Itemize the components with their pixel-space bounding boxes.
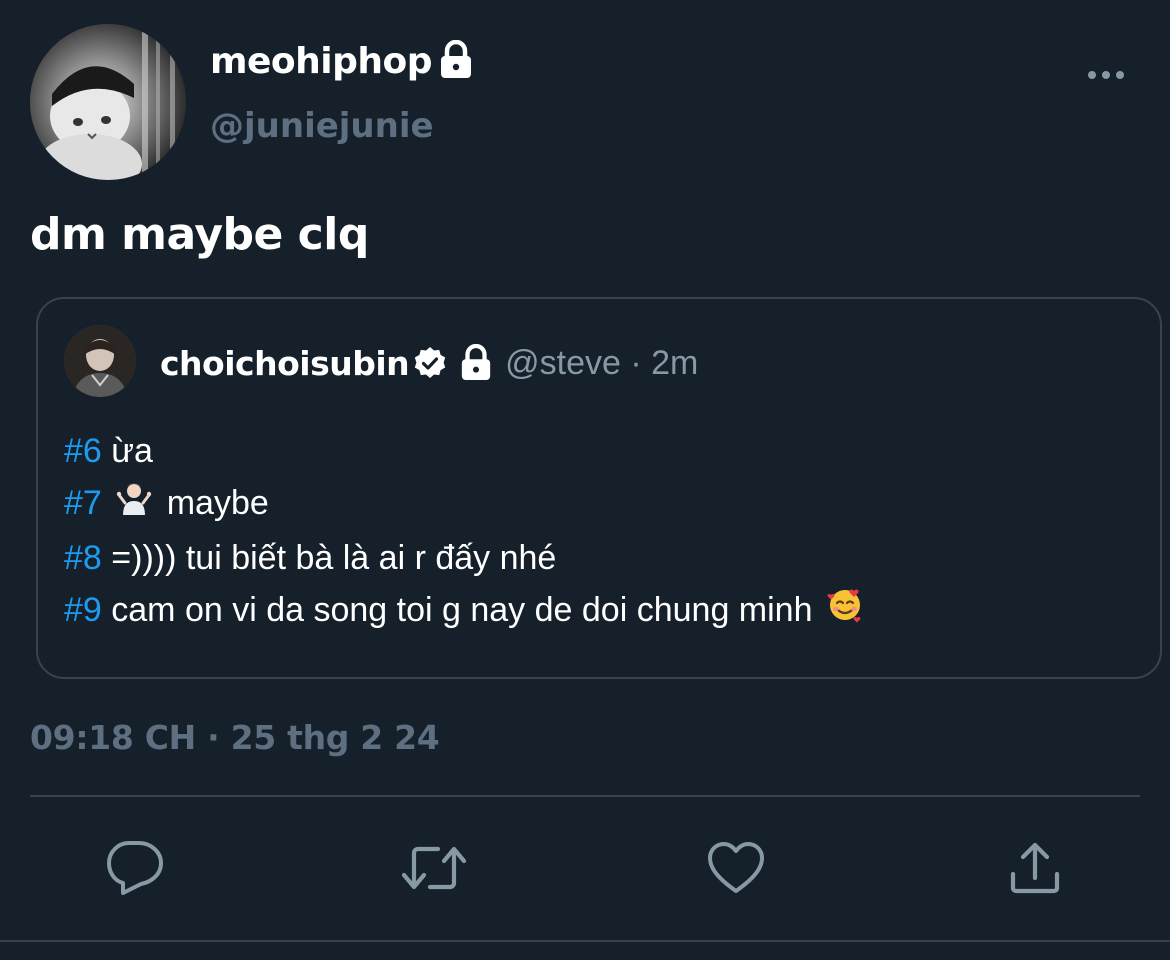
- protected-lock-icon: [438, 39, 474, 84]
- line-text: ừa: [101, 432, 153, 470]
- line-text: =)))) tui biết bà là ai r đấy nhé: [101, 538, 557, 577]
- tweet-text: dm maybe clq: [30, 209, 369, 260]
- retweet-button[interactable]: [400, 838, 468, 902]
- quoted-tweet[interactable]: choichoisubin @steve · 2m #6 ừa #7 maybe…: [36, 297, 1162, 679]
- tweet-card: meohiphop @juniejunie dm maybe clq choic…: [0, 0, 1170, 960]
- quoted-text: #6 ừa #7 maybe #8 =)))) tui biết bà là a…: [64, 425, 868, 638]
- share-icon: [1007, 840, 1063, 900]
- tweet-timestamp[interactable]: 09:18 CH · 25 thg 2 24: [30, 716, 440, 760]
- hashtag-link[interactable]: #9: [64, 591, 102, 629]
- author-display-name[interactable]: meohiphop: [210, 40, 433, 84]
- quoted-handle-time[interactable]: @steve · 2m: [505, 344, 698, 383]
- quoted-display-name[interactable]: choichoisubin: [160, 344, 410, 383]
- reply-icon: [105, 839, 165, 901]
- quoted-line: #8 =)))) tui biết bà là ai r đấy nhé: [64, 532, 868, 584]
- smiling-face-with-hearts-emoji-icon: [826, 585, 864, 638]
- quoted-avatar[interactable]: [64, 325, 136, 397]
- like-icon: [706, 841, 766, 899]
- hashtag-link[interactable]: #6: [64, 432, 102, 470]
- author-avatar[interactable]: [30, 24, 186, 180]
- like-button[interactable]: [704, 838, 768, 902]
- line-text: maybe: [166, 484, 269, 522]
- person-shrugging-emoji-icon: [115, 479, 153, 532]
- more-options-icon[interactable]: [1086, 66, 1126, 84]
- author-handle[interactable]: @juniejunie: [210, 104, 434, 148]
- quoted-line: #7 maybe: [64, 477, 868, 532]
- retweet-icon: [400, 841, 468, 899]
- divider: [30, 795, 1140, 797]
- share-button[interactable]: [1003, 838, 1067, 902]
- quoted-header: choichoisubin @steve · 2m: [160, 339, 698, 387]
- reply-button[interactable]: [103, 838, 167, 902]
- hashtag-link[interactable]: #7: [64, 484, 102, 522]
- line-text: cam on vi da song toi g nay de doi chung…: [101, 590, 822, 629]
- hashtag-link[interactable]: #8: [64, 539, 102, 577]
- quoted-line: #9 cam on vi da song toi g nay de doi ch…: [64, 584, 868, 639]
- quoted-lock-icon: [459, 344, 493, 382]
- quoted-line: #6 ừa: [64, 425, 868, 477]
- verified-badge-icon: [413, 346, 447, 380]
- bottom-divider: [0, 940, 1170, 942]
